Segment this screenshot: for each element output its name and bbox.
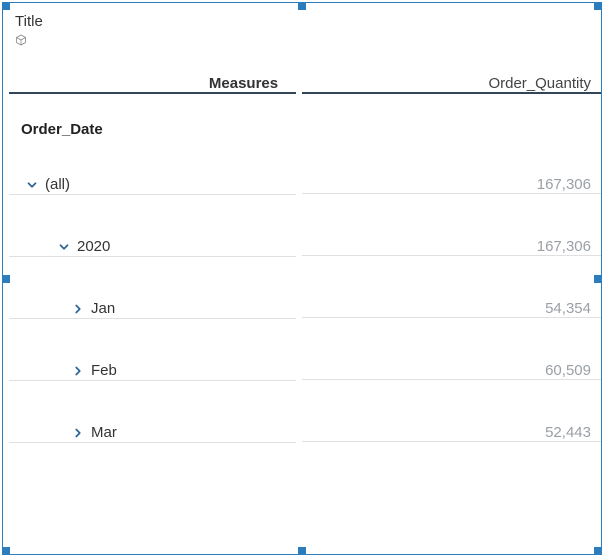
row-value-cell[interactable]: 54,354 [302, 300, 601, 318]
widget-title[interactable]: Title [15, 13, 589, 30]
pivot-table: Measures Order_Quantity Order_Date (all)… [9, 61, 595, 464]
resize-handle-top-right[interactable] [594, 2, 602, 10]
row-label: Mar [91, 424, 117, 441]
row-label-cell[interactable]: (all) [9, 176, 296, 195]
chevron-right-icon[interactable] [69, 300, 87, 318]
column-header-row: Measures Order_Quantity [9, 61, 595, 107]
row-label: Feb [91, 362, 117, 379]
row-label-cell[interactable]: Jan [9, 300, 296, 319]
row-label: (all) [45, 176, 70, 193]
resize-handle-left[interactable] [2, 275, 10, 283]
row-value-cell[interactable]: 167,306 [302, 176, 601, 194]
table-row: Mar 52,443 [9, 402, 595, 464]
chevron-down-icon[interactable] [23, 176, 41, 194]
widget-selection-frame[interactable]: Title Measures Order_Quantity Order_Date… [2, 2, 602, 555]
row-label: 2020 [77, 238, 110, 255]
chevron-right-icon[interactable] [69, 424, 87, 442]
measures-header[interactable]: Measures [9, 75, 296, 94]
cube-icon [15, 34, 27, 46]
dimension-header[interactable]: Order_Date [9, 107, 595, 154]
table-row: Jan 54,354 [9, 278, 595, 340]
resize-handle-bottom[interactable] [298, 547, 306, 555]
row-value-cell[interactable]: 167,306 [302, 238, 601, 256]
metric-header[interactable]: Order_Quantity [302, 75, 601, 94]
resize-handle-bottom-left[interactable] [2, 547, 10, 555]
table-row: (all) 167,306 [9, 154, 595, 216]
chevron-right-icon[interactable] [69, 362, 87, 380]
row-value: 167,306 [537, 176, 591, 193]
resize-handle-right[interactable] [594, 275, 602, 283]
row-label-cell[interactable]: 2020 [9, 238, 296, 257]
widget-header: Title [3, 3, 601, 57]
row-label-cell[interactable]: Feb [9, 362, 296, 381]
row-value: 167,306 [537, 238, 591, 255]
row-label: Jan [91, 300, 115, 317]
row-value-cell[interactable]: 60,509 [302, 362, 601, 380]
resize-handle-top[interactable] [298, 2, 306, 10]
table-row: 2020 167,306 [9, 216, 595, 278]
row-value: 60,509 [545, 362, 591, 379]
row-value: 52,443 [545, 424, 591, 441]
resize-handle-top-left[interactable] [2, 2, 10, 10]
row-value-cell[interactable]: 52,443 [302, 424, 601, 442]
resize-handle-bottom-right[interactable] [594, 547, 602, 555]
row-label-cell[interactable]: Mar [9, 424, 296, 443]
table-row: Feb 60,509 [9, 340, 595, 402]
chevron-down-icon[interactable] [55, 238, 73, 256]
row-value: 54,354 [545, 300, 591, 317]
